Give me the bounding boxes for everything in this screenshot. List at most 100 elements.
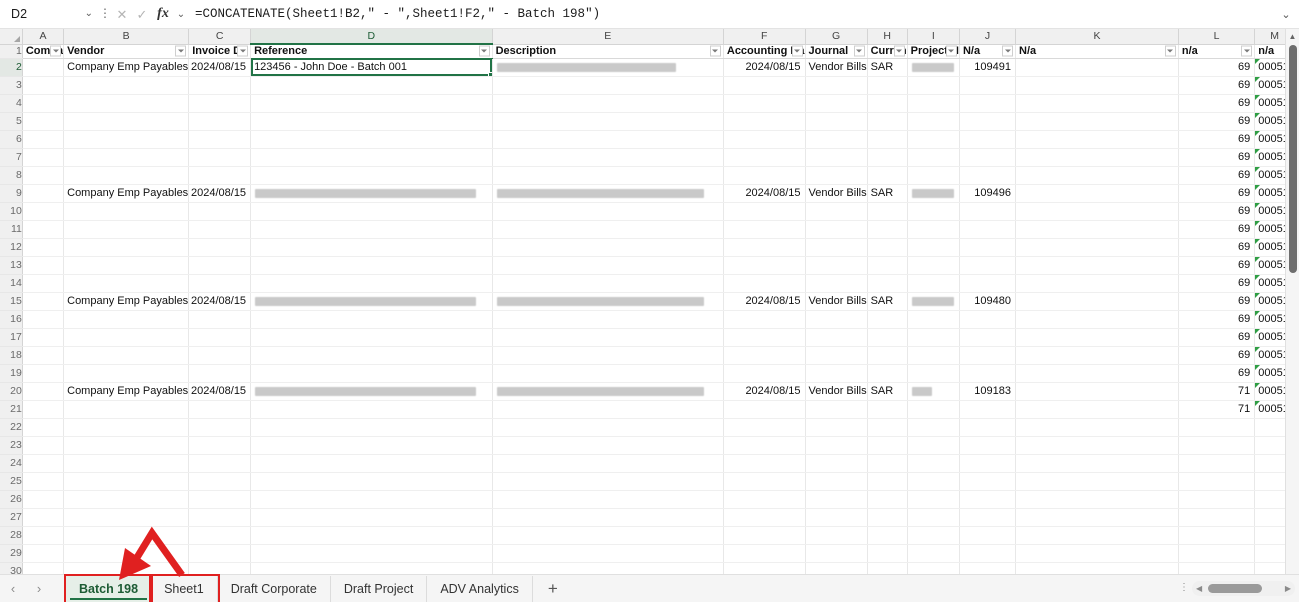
cell-l22[interactable] <box>1178 418 1256 437</box>
cell-h8[interactable] <box>867 166 908 185</box>
cell-l9[interactable]: 69 <box>1178 184 1256 203</box>
cell-f30[interactable] <box>723 562 806 574</box>
cell-h27[interactable] <box>867 508 908 527</box>
cell-e17[interactable] <box>492 328 724 347</box>
cell-b22[interactable] <box>63 418 190 437</box>
cell-e4[interactable] <box>492 94 724 113</box>
cell-b24[interactable] <box>63 454 190 473</box>
cell-c10[interactable] <box>188 202 252 221</box>
row-header-30[interactable]: 30 <box>0 562 23 574</box>
cell-g19[interactable] <box>805 364 868 383</box>
cell-k5[interactable] <box>1015 112 1179 131</box>
cell-f28[interactable] <box>723 526 806 545</box>
cell-g21[interactable] <box>805 400 868 419</box>
cell-e2[interactable] <box>492 58 724 77</box>
cell-j30[interactable] <box>959 562 1017 574</box>
cell-d30[interactable] <box>250 562 493 574</box>
cell-b25[interactable] <box>63 472 190 491</box>
cell-c9[interactable]: 2024/08/15 <box>188 184 252 203</box>
cell-b21[interactable] <box>63 400 190 419</box>
cell-f29[interactable] <box>723 544 806 563</box>
cell-e22[interactable] <box>492 418 724 437</box>
cell-h11[interactable] <box>867 220 908 239</box>
cell-b23[interactable] <box>63 436 190 455</box>
cell-d8[interactable] <box>250 166 493 185</box>
cell-c3[interactable] <box>188 76 252 95</box>
cell-i24[interactable] <box>907 454 960 473</box>
cell-b28[interactable] <box>63 526 190 545</box>
cell-h21[interactable] <box>867 400 908 419</box>
row-header-2[interactable]: 2 <box>0 58 23 77</box>
row-header-6[interactable]: 6 <box>0 130 23 149</box>
cell-l28[interactable] <box>1178 526 1256 545</box>
cell-l27[interactable] <box>1178 508 1256 527</box>
cell-i10[interactable] <box>907 202 960 221</box>
filter-dropdown-icon-h[interactable] <box>893 45 905 57</box>
scroll-right-icon[interactable]: ▶ <box>1285 584 1291 593</box>
filter-dropdown-icon-j[interactable] <box>1002 45 1014 57</box>
cell-g14[interactable] <box>805 274 868 293</box>
cell-i3[interactable] <box>907 76 960 95</box>
column-filter-header-d[interactable]: Reference <box>250 44 493 59</box>
row-header-1[interactable]: 1 <box>0 44 23 59</box>
cell-c29[interactable] <box>188 544 252 563</box>
cell-i26[interactable] <box>907 490 960 509</box>
cell-e6[interactable] <box>492 130 724 149</box>
cell-j7[interactable] <box>959 148 1017 167</box>
cell-d4[interactable] <box>250 94 493 113</box>
row-header-29[interactable]: 29 <box>0 544 23 563</box>
cell-g25[interactable] <box>805 472 868 491</box>
cell-l6[interactable]: 69 <box>1178 130 1256 149</box>
cell-h5[interactable] <box>867 112 908 131</box>
column-header-h[interactable]: H <box>867 29 908 45</box>
cell-h16[interactable] <box>867 310 908 329</box>
insert-function-icon[interactable]: fx <box>152 6 174 22</box>
cell-f23[interactable] <box>723 436 806 455</box>
cell-c2[interactable]: 2024/08/15 <box>188 58 252 77</box>
row-header-26[interactable]: 26 <box>0 490 23 509</box>
row-header-4[interactable]: 4 <box>0 94 23 113</box>
cell-b13[interactable] <box>63 256 190 275</box>
cell-d3[interactable] <box>250 76 493 95</box>
cell-f10[interactable] <box>723 202 806 221</box>
cell-h13[interactable] <box>867 256 908 275</box>
cell-a24[interactable] <box>22 454 65 473</box>
cell-b19[interactable] <box>63 364 190 383</box>
cell-d24[interactable] <box>250 454 493 473</box>
column-filter-header-c[interactable]: Invoice Da <box>188 44 252 59</box>
cell-c8[interactable] <box>188 166 252 185</box>
cell-i25[interactable] <box>907 472 960 491</box>
cell-k29[interactable] <box>1015 544 1179 563</box>
column-filter-header-i[interactable]: Project N <box>907 44 960 59</box>
cell-g9[interactable]: Vendor Bills <box>805 184 868 203</box>
next-sheet-button[interactable]: › <box>26 576 52 602</box>
cell-d2[interactable]: 123456 - John Doe - Batch 001 <box>250 58 493 77</box>
cell-a23[interactable] <box>22 436 65 455</box>
cell-e5[interactable] <box>492 112 724 131</box>
cell-k28[interactable] <box>1015 526 1179 545</box>
filter-dropdown-icon-a[interactable] <box>50 45 62 57</box>
cell-f15[interactable]: 2024/08/15 <box>723 292 806 311</box>
formula-input[interactable]: =CONCATENATE(Sheet1!B2," - ",Sheet1!F2,"… <box>188 3 1275 25</box>
cell-d20[interactable] <box>250 382 493 401</box>
filter-dropdown-icon-f[interactable] <box>791 45 803 57</box>
row-header-28[interactable]: 28 <box>0 526 23 545</box>
row-header-16[interactable]: 16 <box>0 310 23 329</box>
cell-f11[interactable] <box>723 220 806 239</box>
cell-k2[interactable] <box>1015 58 1179 77</box>
cell-e21[interactable] <box>492 400 724 419</box>
cell-b30[interactable] <box>63 562 190 574</box>
cell-l25[interactable] <box>1178 472 1256 491</box>
function-chevron-down-icon[interactable]: ⌄ <box>174 9 188 20</box>
cell-g11[interactable] <box>805 220 868 239</box>
cell-f17[interactable] <box>723 328 806 347</box>
cell-b7[interactable] <box>63 148 190 167</box>
cell-h26[interactable] <box>867 490 908 509</box>
cell-a6[interactable] <box>22 130 65 149</box>
cell-g10[interactable] <box>805 202 868 221</box>
cell-c28[interactable] <box>188 526 252 545</box>
cell-c14[interactable] <box>188 274 252 293</box>
cell-k20[interactable] <box>1015 382 1179 401</box>
name-box[interactable]: D2 ⌄ <box>6 3 98 25</box>
cell-j12[interactable] <box>959 238 1017 257</box>
